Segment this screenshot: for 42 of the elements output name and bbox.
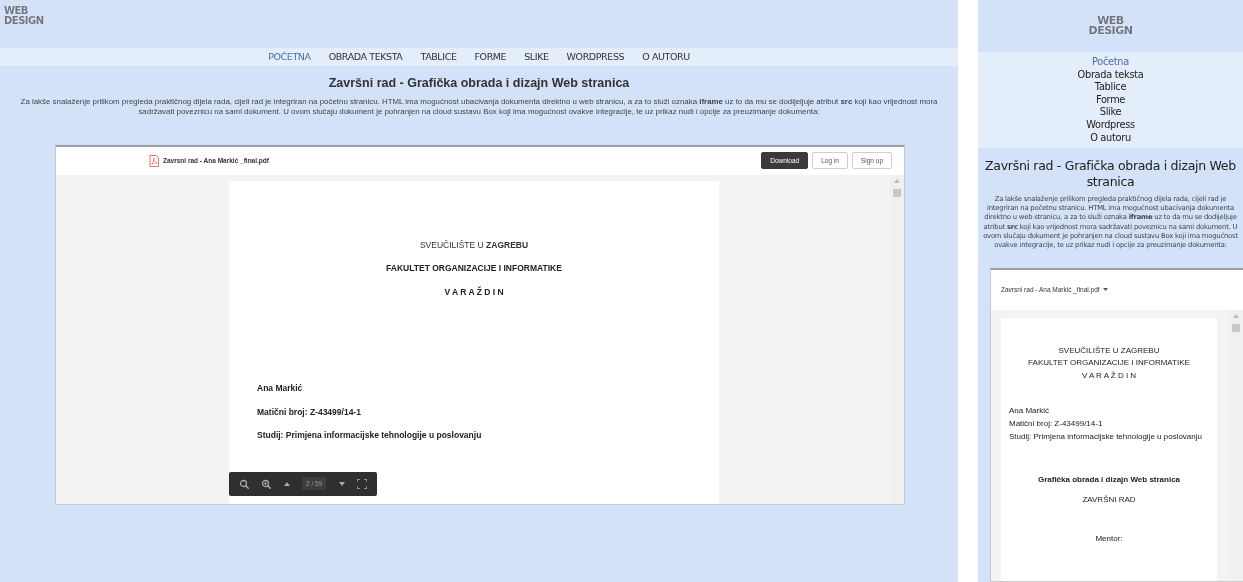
document-text: FAKULTET ORGANIZACIJE I INFORMATIKE [1027,358,1191,368]
document-text: V A R A Ž D I N [1080,370,1138,381]
nav-link[interactable]: TABLICE [411,49,466,65]
nav-link[interactable]: SLIKE [515,49,558,65]
caret-down-icon[interactable] [338,481,345,486]
document-text: SVEUČILIŠTE U ZAGREBU [1057,345,1161,356]
document-text: Ana Markić [257,381,304,395]
fullscreen-icon[interactable] [356,478,367,489]
nav-link[interactable]: OBRADA TEKSTA [319,49,412,65]
scrollbar-thumb[interactable] [893,188,901,197]
pdf-file-icon [149,154,159,167]
document-text: Ana Markić [1009,406,1050,416]
nav-link[interactable]: Forme [1095,93,1126,107]
nav-link[interactable]: WORDPRESS [557,49,634,65]
logo-text[interactable]: WEB DESIGN [1088,15,1133,37]
nav-link[interactable]: Tablice [1094,81,1127,94]
nav-link[interactable]: Wordpress [1086,118,1135,132]
document-text: Studij: Primjena informacijske tehnologije u poslovanju [257,429,483,442]
nav-link[interactable]: O AUTORU [633,49,699,65]
nav-link[interactable]: POČETNA [259,49,320,65]
document-text: V A R A Ž D I N [443,286,505,299]
document-text: ZAVRŠNI RAD [1081,494,1137,505]
nav-link[interactable]: Slike [1099,106,1122,119]
logo-text[interactable]: WEB DESIGN [4,6,44,25]
document-text: FAKULTET ORGANIZACIJE I INFORMATIKE [385,262,563,275]
zoom-in-icon[interactable] [261,478,272,489]
nav-link[interactable]: FORME [465,49,516,65]
page-title: Završni rad - Grafička obrada i dizajn Web stranica [984,158,1237,190]
caret-down-icon[interactable] [1102,288,1108,292]
document-text: SVEUČILIŠTE U ZAGREBU [418,238,530,252]
scrollbar-thumb[interactable] [1232,323,1240,332]
document-text: Mentor: [1094,534,1124,544]
nav-link[interactable]: O autoru [1090,131,1131,145]
nav-link[interactable]: Početna [1092,56,1129,69]
caret-up-icon[interactable] [283,481,290,486]
document-text: Matični broj: Z-43499/14-1 [1009,418,1104,429]
document-text: Grafička obrada i dizajn Web stranica [1036,475,1182,485]
document-text: Studij: Primjena informacijske tehnologije u poslovanju [1009,431,1203,442]
nav-link[interactable]: Obrada teksta [1077,68,1144,82]
page-title: Završni rad - Grafička obrada i dizajn Web stranica [327,75,631,92]
document-text: Matični broj: Z-43499/14-1 [257,405,362,419]
zoom-out-icon[interactable] [239,478,250,489]
